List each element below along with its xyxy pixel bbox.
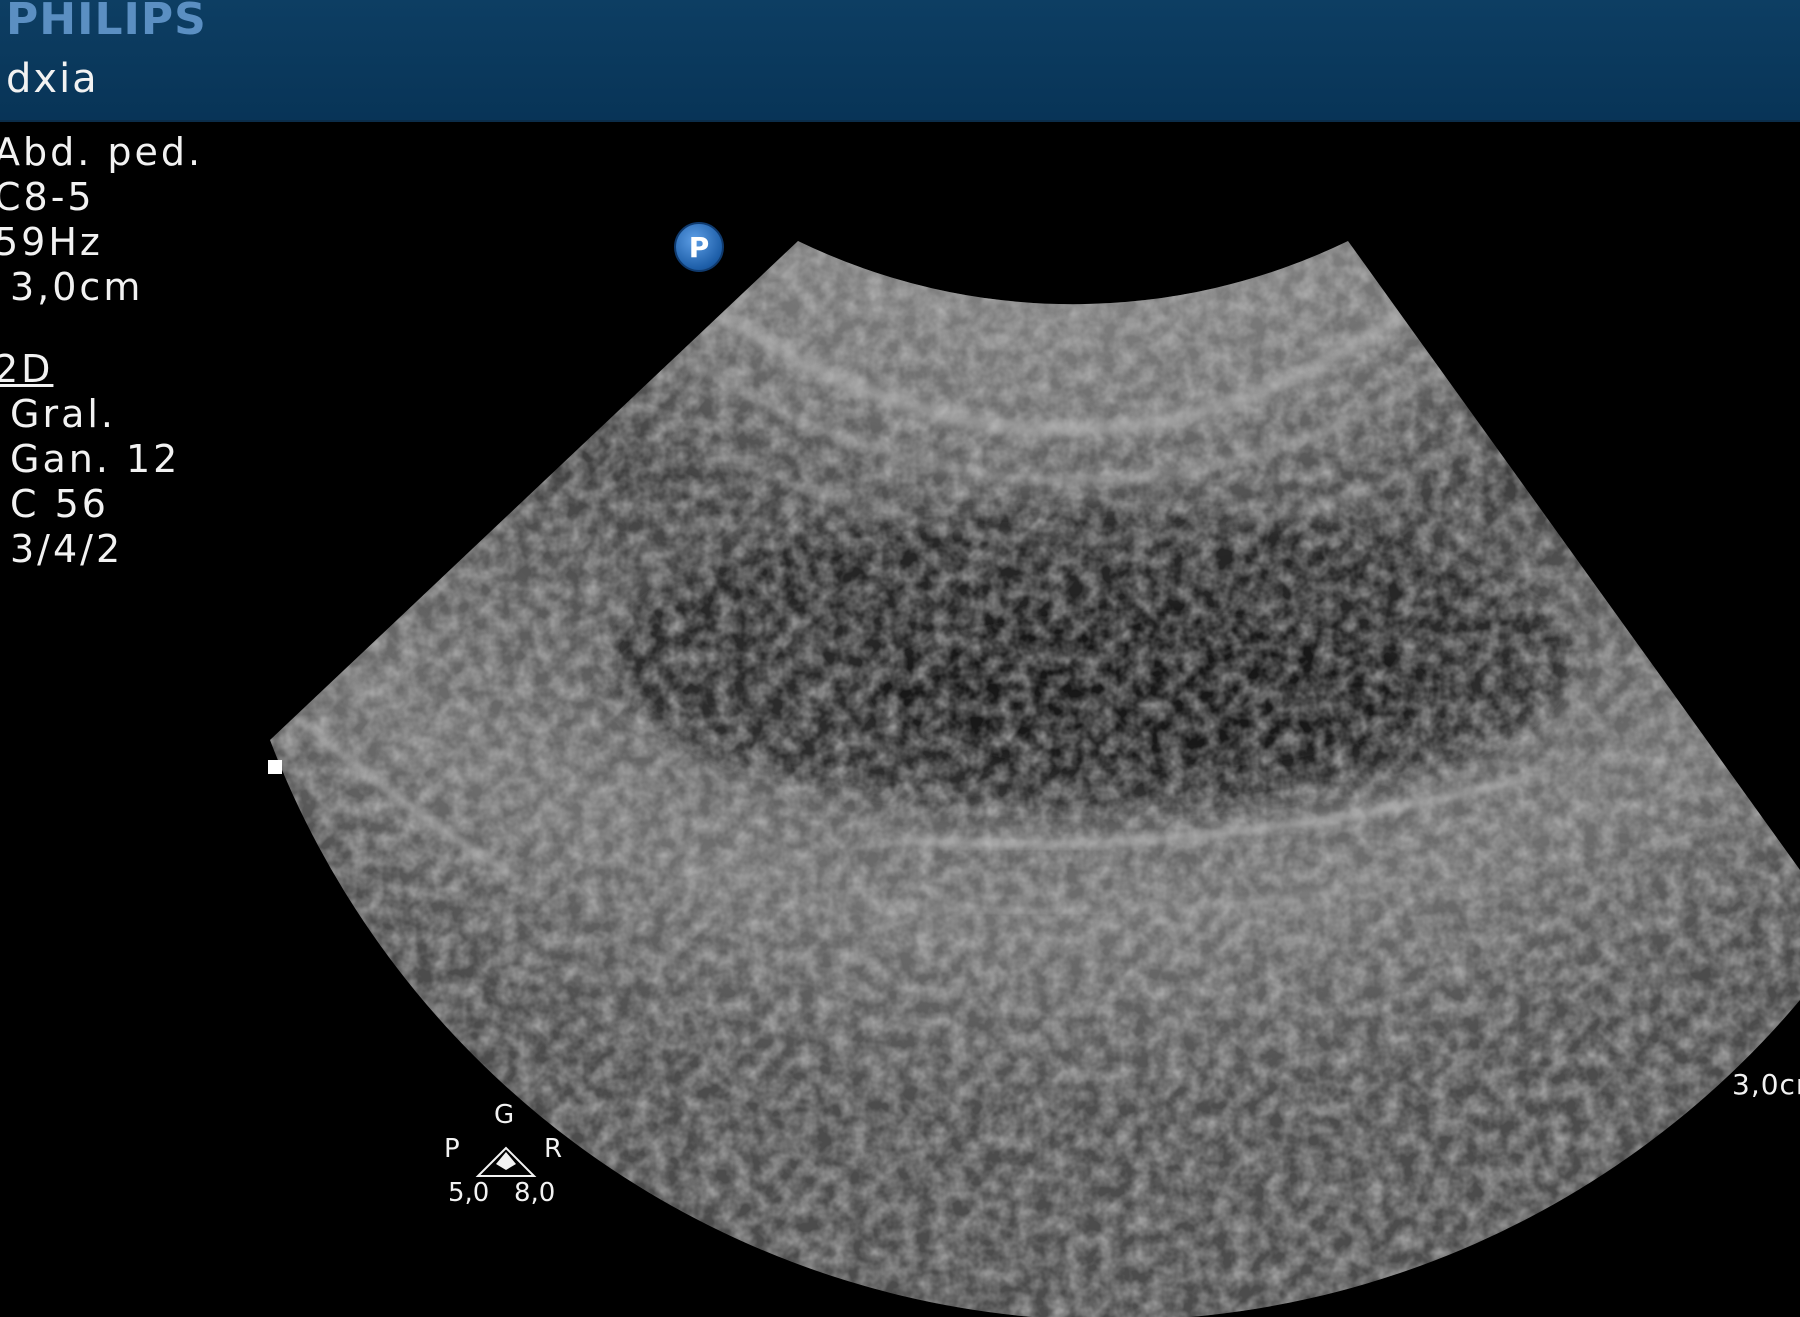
ultrasound-image — [270, 241, 1800, 1317]
mode-setting-persistence: 3/4/2 — [10, 527, 124, 571]
mode-setting-general: Gral. — [10, 392, 116, 436]
mode-setting-compression: C 56 — [10, 482, 109, 526]
depth-scale-label: 3,0cm — [1732, 1068, 1800, 1101]
preset-label: Abd. ped. — [0, 130, 204, 174]
image-marker-p: P — [674, 222, 724, 272]
frame-rate-label: 59Hz — [0, 220, 103, 264]
orientation-top-label: G — [494, 1100, 515, 1130]
frequency-left-value: 5,0 — [448, 1178, 490, 1208]
triangle-icon — [475, 1146, 537, 1177]
depth-label: 3,0cm — [10, 265, 144, 309]
frequency-right-value: 8,0 — [514, 1178, 556, 1208]
orientation-left-label: P — [444, 1134, 460, 1164]
orientation-indicator: G P R 5,0 8,0 — [440, 1100, 580, 1210]
scan-sector — [270, 241, 1800, 1317]
mode-setting-gain: Gan. 12 — [10, 437, 181, 481]
orientation-right-label: R — [544, 1134, 563, 1164]
transducer-label: C8-5 — [0, 175, 95, 219]
mode-label: 2D — [0, 347, 54, 391]
parameter-panel: Abd. ped. C8-5 59Hz 3,0cm 2D Gral. Gan. … — [0, 130, 203, 572]
sector-edge-marker — [268, 760, 282, 774]
